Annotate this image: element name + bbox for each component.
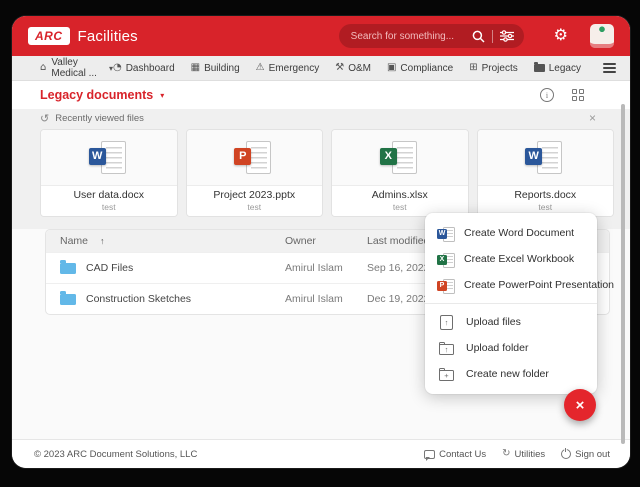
power-icon	[561, 449, 571, 459]
recent-file-cards: W User data.docxtest P Project 2023.pptx…	[12, 127, 630, 217]
nav-item-building[interactable]: ▦Building	[191, 63, 240, 74]
location-selector[interactable]: ⌂ Valley Medical ... ▾	[40, 57, 113, 79]
refresh-icon: ↻	[502, 449, 510, 459]
nav-item-dashboard[interactable]: ◔Dashboard	[113, 63, 175, 74]
menu-item-create-word[interactable]: W Create Word Document	[425, 220, 597, 246]
emergency-icon: ⚠	[256, 63, 265, 73]
utilities-link[interactable]: ↻Utilities	[502, 449, 545, 460]
nav-item-emergency[interactable]: ⚠Emergency	[256, 63, 320, 74]
file-name: Reports.docx	[480, 189, 612, 201]
folder-icon	[60, 263, 76, 274]
sign-out-link[interactable]: Sign out	[561, 449, 610, 460]
search-divider	[492, 30, 493, 43]
legacy-folder-icon	[534, 64, 545, 72]
user-avatar[interactable]	[590, 24, 614, 48]
file-name: Admins.xlsx	[334, 189, 466, 201]
file-card-reports[interactable]: W Reports.docxtest	[477, 129, 615, 217]
nav-item-oandm[interactable]: ⚒O&M	[335, 63, 371, 74]
close-fab-button[interactable]: ×	[564, 389, 596, 421]
menu-item-create-powerpoint[interactable]: P Create PowerPoint Presentation	[425, 272, 597, 298]
file-card-admins[interactable]: X Admins.xlsxtest	[331, 129, 469, 217]
grid-view-icon[interactable]	[572, 89, 584, 101]
recently-viewed-title: Recently viewed files	[55, 113, 144, 124]
menu-divider	[425, 303, 597, 304]
recently-viewed-section: ↺ Recently viewed files × W User data.do…	[12, 109, 630, 229]
main-nav: ⌂ Valley Medical ... ▾ ◔Dashboard ▦Build…	[12, 56, 630, 81]
chevron-down-icon: ▾	[160, 91, 164, 100]
contact-us-link[interactable]: Contact Us	[424, 449, 486, 460]
page-title-row: Legacy documents ▾ i	[12, 81, 630, 109]
app-name: Facilities	[78, 28, 138, 45]
compliance-icon: ▣	[387, 63, 396, 73]
search-icon[interactable]	[472, 30, 485, 43]
file-subtitle: test	[480, 202, 612, 212]
sort-ascending-icon: ↑	[100, 236, 105, 246]
powerpoint-file-icon: P	[233, 139, 275, 177]
app-footer: © 2023 ARC Document Solutions, LLC Conta…	[12, 439, 630, 468]
vertical-scrollbar[interactable]	[621, 104, 625, 444]
copyright-text: © 2023 ARC Document Solutions, LLC	[34, 449, 197, 460]
nav-item-projects[interactable]: ⊞Projects	[469, 63, 518, 74]
nav-item-compliance[interactable]: ▣Compliance	[387, 63, 453, 74]
filter-sliders-icon[interactable]	[500, 30, 514, 42]
file-card-user-data[interactable]: W User data.docxtest	[40, 129, 178, 217]
building-icon: ▦	[191, 63, 200, 73]
history-clock-icon: ↺	[40, 112, 49, 125]
dashboard-icon: ◔	[113, 63, 122, 73]
file-name: User data.docx	[43, 189, 175, 201]
file-card-project-2023[interactable]: P Project 2023.pptxtest	[186, 129, 324, 217]
folder-icon	[60, 294, 76, 305]
menu-item-create-excel[interactable]: X Create Excel Workbook	[425, 246, 597, 272]
settings-gear-icon[interactable]: ⚙	[554, 28, 568, 44]
topbar-actions: ⚙	[339, 24, 614, 48]
chat-bubble-icon	[424, 450, 435, 459]
file-subtitle: test	[43, 202, 175, 212]
upload-file-icon: ↑	[440, 315, 453, 330]
search-box[interactable]	[339, 24, 524, 48]
nav-item-legacy[interactable]: Legacy	[534, 63, 581, 74]
app-header: ARC Facilities ⚙	[12, 16, 630, 56]
page-title: Legacy documents	[40, 88, 153, 102]
create-upload-menu: W Create Word Document X Create Excel Wo…	[425, 213, 597, 394]
row-owner: Amirul Islam	[285, 262, 367, 274]
building-location-icon: ⌂	[40, 63, 46, 73]
excel-icon: X	[437, 252, 454, 267]
row-name: CAD Files	[86, 262, 133, 274]
menu-item-upload-files[interactable]: ↑ Upload files	[425, 309, 597, 335]
oandm-icon: ⚒	[335, 63, 344, 73]
menu-item-create-new-folder[interactable]: + Create new folder	[425, 361, 597, 387]
file-subtitle: test	[189, 202, 321, 212]
new-folder-icon: +	[439, 370, 454, 381]
search-input[interactable]	[349, 30, 465, 43]
hamburger-menu-icon[interactable]	[603, 63, 616, 73]
menu-item-upload-folder[interactable]: ↑ Upload folder	[425, 335, 597, 361]
powerpoint-icon: P	[437, 278, 454, 293]
page-title-dropdown[interactable]: Legacy documents ▾	[40, 88, 164, 102]
word-icon: W	[437, 226, 454, 241]
row-name: Construction Sketches	[86, 293, 191, 305]
file-subtitle: test	[334, 202, 466, 212]
column-owner[interactable]: Owner	[285, 235, 367, 247]
info-icon[interactable]: i	[540, 88, 554, 102]
excel-file-icon: X	[379, 139, 421, 177]
location-label: Valley Medical ...	[51, 57, 104, 79]
word-file-icon: W	[524, 139, 566, 177]
recently-viewed-bar: ↺ Recently viewed files ×	[12, 109, 630, 127]
upload-folder-icon: ↑	[439, 344, 454, 355]
view-controls: i	[540, 88, 602, 102]
file-name: Project 2023.pptx	[189, 189, 321, 201]
app-window: ARC Facilities ⚙ ⌂ Valley Medical ... ▾	[12, 16, 630, 468]
close-icon[interactable]: ×	[589, 112, 596, 124]
word-file-icon: W	[88, 139, 130, 177]
projects-icon: ⊞	[469, 63, 477, 73]
footer-links: Contact Us ↻Utilities Sign out	[424, 449, 610, 460]
column-name[interactable]: Name↑	[46, 235, 285, 247]
arc-logo-text: ARC	[28, 27, 70, 45]
row-owner: Amirul Islam	[285, 293, 367, 305]
nav-items: ◔Dashboard ▦Building ⚠Emergency ⚒O&M ▣Co…	[113, 63, 616, 74]
arc-logo[interactable]: ARC Facilities	[28, 27, 138, 45]
